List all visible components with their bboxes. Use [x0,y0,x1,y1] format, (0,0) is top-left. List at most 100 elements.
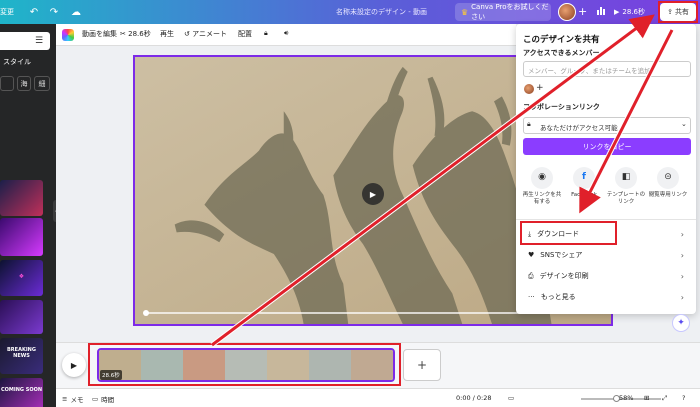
video-play-button[interactable]: ▶ [362,183,384,205]
sns-share-row[interactable]: ♥ SNSでシェア › [516,245,696,265]
redo-icon[interactable]: ↷ [46,4,62,20]
option-label: 閲覧専用リンク [648,192,688,198]
add-member-input[interactable]: メンバー、グループ、またはチームを追加 [523,61,691,77]
share-button[interactable]: ⇪ 共有 [660,3,696,21]
playback-button[interactable]: 再生 [160,29,174,39]
cloud-saved-icon[interactable]: ☁ [68,4,84,20]
filter-icon[interactable]: ☰ [32,34,46,48]
template-thumbnail[interactable] [0,180,43,216]
option-label: 再生リンクを共有する [522,192,562,205]
edit-video-button[interactable]: 動画を編集 [82,29,117,39]
thumbnail-text: BREAKING NEWS [7,347,36,359]
share-option-view-link[interactable]: ⊝ 閲覧専用リンク [648,167,688,199]
share-option-facebook[interactable]: f Facebook [564,167,604,199]
try-pro-label: Canva Proをお試しください [471,3,549,21]
clip-frame [183,350,225,380]
template-thumbnail[interactable] [0,218,43,256]
timecode: 0:00 / 0:28 [456,394,492,402]
help-icon[interactable]: ? [682,394,685,402]
time-label: 時間 [101,396,115,404]
template-icon: ◧ [615,167,637,189]
row-label: デザインを印刷 [539,272,589,280]
notes-label: メモ [70,396,84,404]
animate-label: アニメート [192,30,227,38]
add-member-icon[interactable]: + [578,5,587,18]
undo-icon[interactable]: ↶ [26,4,42,20]
lock-icon[interactable]: 🔒︎ [264,29,268,38]
row-label: もっと見る [540,293,576,301]
share-panel: このデザインを共有 アクセスできるメンバー メンバー、グループ、またはチームを追… [516,24,696,314]
clip-frame [225,350,267,380]
back-label[interactable]: 変更 [0,7,14,17]
clip-frame [351,350,393,380]
bottom-bar: ≡ メモ ▭ 時間 0:00 / 0:28 ▭ 58% ⊞ ⤢ ? [56,388,700,407]
notes-icon: ≡ [62,395,68,403]
style-chip[interactable]: 海 [17,76,31,91]
animate-icon: ↺ [184,30,190,38]
scrubber-handle[interactable] [143,310,149,316]
link-icon: ⊝ [657,167,679,189]
notes-button[interactable]: ≡ メモ [62,394,83,404]
share-label: 共有 [674,8,689,16]
share-option-playback-link[interactable]: ◉ 再生リンクを共有する [522,167,562,206]
present-button[interactable]: ▶ 28.6秒 [614,4,645,20]
sns-icon: ♥ [528,251,535,259]
scissors-icon: ✂ [120,30,126,38]
access-level-select[interactable]: あなただけがアクセス可能 [523,117,691,134]
top-bar: 変更 ↶ ↷ ☁ 名称未設定のデザイン - 動画 ♛ Canva Proをお試し… [0,0,700,24]
eye-icon: ◉ [531,167,553,189]
trim-button[interactable]: ✂ 28.6秒 [120,29,151,39]
crown-icon: ♛ [461,7,469,17]
share-panel-title: このデザインを共有 [523,35,600,45]
style-chip[interactable]: 細 [34,76,50,91]
download-row[interactable]: ⤓ ダウンロード › [516,224,696,244]
add-clip-button[interactable]: + [403,349,441,381]
option-label: テンプレートのリンク [606,192,646,205]
left-panel: ☰ スタイル 海 細 ❖ BREAKING NEWS COMING SOON [0,24,56,407]
clip-duration-badge: 28.6秒 [100,370,122,380]
share-icon: ⇪ [667,8,673,16]
option-label: Facebook [571,192,597,198]
timeline-clip[interactable] [97,348,395,382]
chevron-down-icon: ⌄ [681,120,687,128]
more-icon: ··· [528,293,535,301]
copy-link-button[interactable]: リンクをコピー [523,138,691,155]
position-button[interactable]: 配置 [238,29,252,39]
template-thumbnail[interactable]: BREAKING NEWS [0,338,43,374]
clip-frame [141,350,183,380]
row-label: ダウンロード [537,230,580,238]
fit-icon[interactable]: ▭ [508,394,514,402]
print-icon: ⎙ [528,271,534,280]
style-chip[interactable] [0,76,14,91]
timeline-toggle-button[interactable]: ▭ 時間 [92,394,114,404]
access-members-label: アクセスできるメンバー [523,49,600,57]
magic-assistant-icon[interactable]: ✦ [672,314,690,332]
template-thumbnail[interactable]: ❖ [0,260,43,296]
chevron-right-icon: › [680,271,684,281]
design-title[interactable]: 名称未設定のデザイン - 動画 [336,7,427,17]
try-pro-button[interactable]: ♛ Canva Proをお試しください [455,3,551,21]
member-avatar [524,84,534,94]
volume-icon[interactable]: 🔊︎ [284,29,288,38]
add-member-icon[interactable]: + [536,83,544,93]
grid-view-icon[interactable]: ⊞ [644,394,649,402]
share-option-template-link[interactable]: ◧ テンプレートのリンク [606,167,646,206]
fullscreen-icon[interactable]: ⤢ [662,394,667,403]
more-row[interactable]: ··· もっと見る › [516,287,696,307]
template-thumbnail[interactable]: COMING SOON [0,378,43,407]
play-icon: ▶ [614,8,620,16]
template-thumbnail[interactable] [0,300,43,334]
chevron-right-icon: › [680,250,684,260]
divider [516,219,696,220]
clip-frame [267,350,309,380]
zoom-level: 58% [619,394,634,402]
print-row[interactable]: ⎙ デザインを印刷 › [516,266,696,286]
timeline-play-button[interactable]: ▶ [62,353,86,377]
color-picker-icon[interactable] [62,29,74,41]
present-duration: 28.6秒 [622,8,645,16]
insights-icon[interactable] [596,5,606,18]
lock-icon: 🔒︎ [527,120,531,128]
user-avatar[interactable] [558,3,576,21]
animate-button[interactable]: ↺ アニメート [184,29,227,39]
chevron-right-icon: › [680,229,684,239]
